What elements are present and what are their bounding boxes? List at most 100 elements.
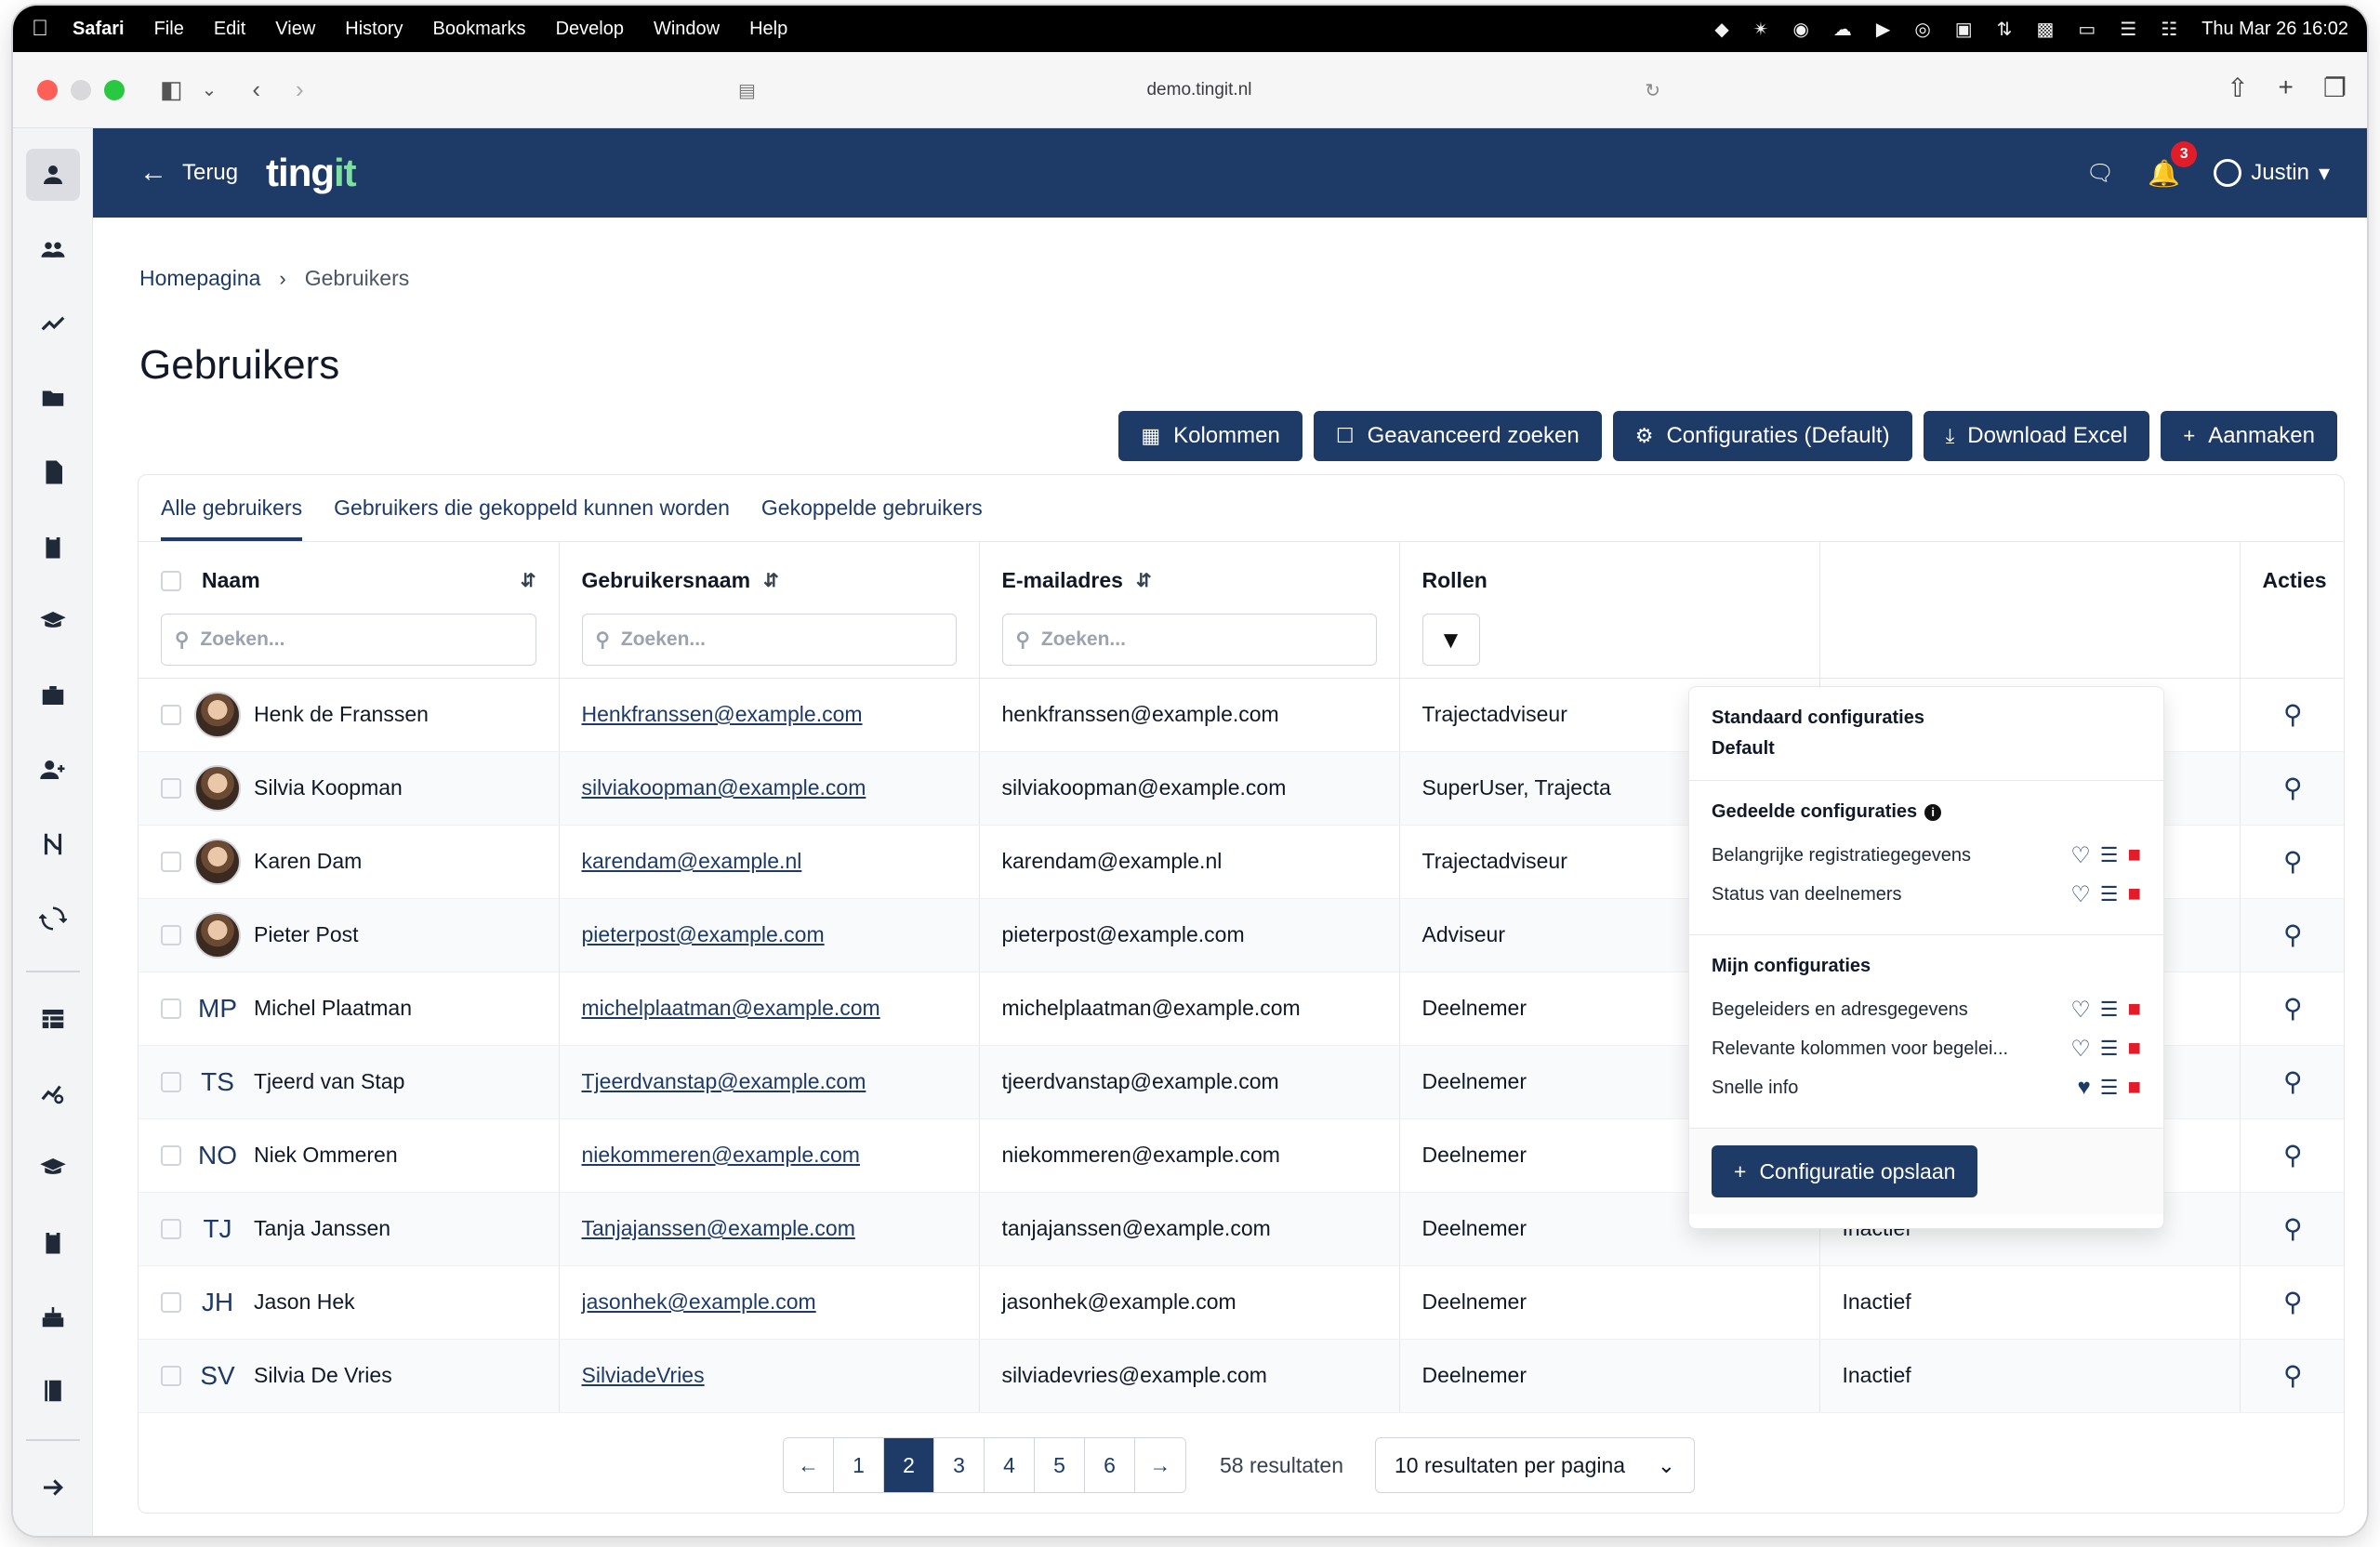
heart-outline-icon[interactable]: ♡ [2070,881,2091,908]
view-user-search-icon[interactable]: ⚲ [2283,920,2303,949]
sidebar-item-reports[interactable] [26,1067,80,1119]
trash-icon[interactable]: ■ [2128,842,2142,868]
sidebar-item-assignments[interactable] [26,521,80,573]
sidebar-item-sync[interactable] [26,892,80,945]
page-settings-icon[interactable]: ▤ [738,79,756,102]
heart-outline-icon[interactable]: ♡ [2070,997,2091,1024]
view-user-search-icon[interactable]: ⚲ [2283,994,2303,1023]
trash-icon[interactable]: ■ [2128,997,2142,1023]
row-checkbox[interactable] [161,1144,181,1166]
table-row[interactable]: JH Jason Hek jasonhek@example.com jasonh… [139,1265,2344,1340]
username-search-input[interactable]: ⚲ Zoeken... [581,614,957,666]
info-icon[interactable]: i [1924,803,1942,821]
sort-icon[interactable]: ⇵ [521,569,536,592]
sidebar-expand-button[interactable] [26,1461,80,1514]
menu-history[interactable]: History [345,19,403,40]
sidebar-item-groups[interactable] [26,223,80,275]
menu-bookmarks[interactable]: Bookmarks [433,19,526,40]
share-icon[interactable]: ⇧ [2227,73,2248,103]
row-checkbox[interactable] [161,1218,181,1239]
sidebar-item-routes[interactable] [26,818,80,870]
view-user-search-icon[interactable]: ⚲ [2283,1141,2303,1170]
tab-linked-users[interactable]: Gekoppelde gebruikers [761,496,983,541]
status-airdrop-icon[interactable]: ◎ [1914,18,1930,41]
menu-view[interactable]: View [275,19,315,40]
columns-button[interactable]: ▦ Kolommen [1118,411,1302,461]
status-shield-icon[interactable]: ▣ [1955,18,1973,41]
breadcrumb-home-link[interactable]: Homepagina [139,266,260,291]
close-window-button[interactable] [37,79,58,100]
select-all-checkbox[interactable] [161,570,181,591]
new-tab-icon[interactable]: + [2279,73,2294,103]
view-user-search-icon[interactable]: ⚲ [2283,1067,2303,1096]
reload-icon[interactable]: ↻ [1645,79,1660,102]
row-checkbox[interactable] [161,998,181,1019]
zoom-window-button[interactable] [104,79,125,100]
username-link[interactable]: Tjeerdvanstap@example.com [582,1069,866,1093]
view-user-search-icon[interactable]: ⚲ [2283,1361,2303,1390]
table-row[interactable]: SV Silvia De Vries SilviadeVries silviad… [139,1339,2344,1413]
page-button[interactable]: 5 [1035,1438,1085,1492]
back-nav-icon[interactable]: ‹ [252,75,260,104]
row-checkbox[interactable] [161,1291,181,1313]
sidebar-item-education[interactable] [26,595,80,647]
status-disk-icon[interactable]: ◉ [1792,18,1808,41]
roles-filter-button[interactable]: ▼ [1421,614,1480,666]
tune-icon[interactable]: ☰ [2100,1076,2119,1100]
sidebar-item-book[interactable] [26,1365,80,1417]
address-bar[interactable]: ▤ demo.tingit.nl ↻ [725,69,1673,112]
tingit-logo[interactable]: tingit [266,151,357,195]
username-link[interactable]: jasonhek@example.com [582,1289,816,1314]
sidebar-item-jobs[interactable] [26,669,80,721]
status-cloud-icon[interactable]: ☁ [1833,18,1852,41]
username-link[interactable]: Tanjajanssen@example.com [582,1216,855,1240]
username-link[interactable]: silviakoopman@example.com [582,775,866,800]
page-button[interactable]: 4 [985,1438,1035,1492]
username-link[interactable]: SilviadeVries [582,1363,705,1387]
view-user-search-icon[interactable]: ⚲ [2283,1288,2303,1316]
notifications-button[interactable]: 🔔 3 [2148,140,2198,189]
menu-help[interactable]: Help [749,19,787,40]
wifi-icon[interactable]: ☰ [2120,18,2136,41]
sidebar-item-analytics[interactable] [26,298,80,350]
menu-develop[interactable]: Develop [556,19,624,40]
prev-page-button[interactable]: ← [784,1438,834,1492]
username-link[interactable]: michelplaatman@example.com [582,996,880,1020]
sort-icon[interactable]: ⇵ [1136,569,1152,592]
view-user-search-icon[interactable]: ⚲ [2283,847,2303,876]
page-button[interactable]: 1 [834,1438,884,1492]
row-checkbox[interactable] [161,1365,181,1386]
chevron-down-icon[interactable]: ⌄ [202,78,218,101]
chat-icon[interactable]: 🗨 [2086,160,2114,187]
username-link[interactable]: Henkfranssen@example.com [582,702,863,726]
menu-app-name[interactable]: Safari [73,19,125,40]
email-search-input[interactable]: ⚲ Zoeken... [1001,614,1377,666]
save-configuration-button[interactable]: + Configuratie opslaan [1712,1145,1978,1197]
sidebar-item-courses[interactable] [26,1142,80,1194]
sidebar-item-tasks[interactable] [26,1216,80,1268]
page-button-current[interactable]: 2 [884,1438,934,1492]
configuration-item[interactable]: Begeleiders en adresgegevens ♡ ☰ ■ [1712,990,2141,1029]
configurations-button[interactable]: ⚙ Configuraties (Default) [1612,411,1912,461]
back-button[interactable]: ← Terug [139,157,238,189]
heart-filled-icon[interactable]: ♥ [2078,1075,2091,1101]
download-excel-button[interactable]: ⤓ Download Excel [1923,411,2150,461]
forward-nav-icon[interactable]: › [296,75,304,104]
per-page-select[interactable]: 10 resultaten per pagina ⌄ [1374,1437,1695,1493]
name-search-input[interactable]: ⚲ Zoeken... [161,614,536,666]
row-checkbox[interactable] [161,777,181,799]
tab-overview-icon[interactable]: ❐ [2323,73,2347,103]
standard-config-default[interactable]: Default [1712,738,2141,760]
next-page-button[interactable]: → [1135,1438,1185,1492]
status-sparkle-icon[interactable]: ✴ [1753,18,1769,41]
trash-icon[interactable]: ■ [2128,1036,2142,1062]
create-button[interactable]: + Aanmaken [2161,411,2337,461]
row-checkbox[interactable] [161,851,181,872]
trash-icon[interactable]: ■ [2128,1075,2142,1101]
sort-icon[interactable]: ⇵ [763,569,779,592]
view-user-search-icon[interactable]: ⚲ [2283,700,2303,729]
status-connect-icon[interactable]: ⇅ [1997,18,2013,41]
tune-icon[interactable]: ☰ [2100,882,2119,906]
sidebar-toggle-icon[interactable]: ◧ [160,75,183,104]
sidebar-item-table[interactable] [26,993,80,1045]
